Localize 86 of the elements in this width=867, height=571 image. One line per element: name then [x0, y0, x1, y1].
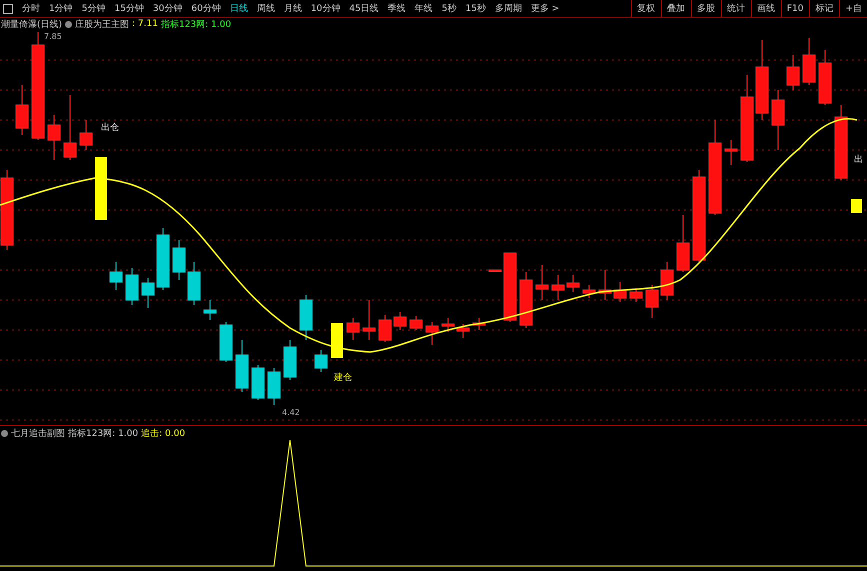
candlestick: [48, 114, 60, 160]
candlestick: [188, 262, 200, 306]
period-tab[interactable]: 60分钟: [187, 2, 225, 15]
candlestick: [16, 84, 28, 136]
indicator-value: : 7.11: [132, 19, 158, 29]
candlestick: [802, 38, 816, 86]
candlestick: [346, 318, 360, 340]
panel-icon[interactable]: [3, 4, 13, 14]
indicator-value: 追击: 0.00: [141, 428, 186, 440]
indicator-value: 指标123网: 1.00: [160, 18, 232, 30]
candlestick: [630, 288, 642, 302]
chart-title: 潮量倚瀑(日线): [1, 18, 62, 30]
toolbar-button[interactable]: 标记: [809, 0, 838, 17]
candlestick: [142, 278, 154, 308]
candlestick: [724, 140, 738, 166]
signal-bar: [331, 323, 343, 358]
signal-label: 建仓: [334, 373, 352, 383]
candlestick: [394, 312, 406, 330]
candlestick: [488, 270, 502, 272]
candlestick: [172, 240, 186, 280]
candlestick: [614, 282, 626, 302]
candlestick: [786, 54, 800, 90]
price-label: 7.85: [44, 32, 62, 41]
candlestick: [220, 322, 232, 362]
candlestick: [80, 120, 92, 150]
period-tab[interactable]: 30分钟: [148, 2, 186, 15]
period-tab[interactable]: 15分钟: [110, 2, 148, 15]
candlestick: [536, 264, 548, 300]
candlestick: [426, 322, 438, 346]
period-tab[interactable]: 多周期: [490, 2, 526, 15]
period-tab[interactable]: 5秒: [438, 2, 460, 15]
period-tab[interactable]: 年线: [410, 2, 437, 15]
candlestick: [64, 94, 76, 160]
candlestick: [410, 316, 422, 330]
candlestick: [442, 318, 454, 332]
toolbar-button[interactable]: 画线: [750, 0, 780, 17]
period-tab[interactable]: 分时: [18, 2, 44, 15]
period-tab[interactable]: 季线: [384, 2, 410, 15]
toolbar-button[interactable]: 叠加: [660, 0, 690, 17]
period-tab[interactable]: 10分钟: [306, 2, 344, 15]
period-tab[interactable]: 更多 >: [526, 2, 564, 15]
signal-label: 出: [854, 155, 863, 165]
toolbar-button[interactable]: +自: [839, 0, 867, 17]
candlestick: [582, 284, 596, 298]
period-tab[interactable]: 日线: [226, 2, 252, 15]
candlestick: [252, 364, 264, 400]
toolbar-button[interactable]: 多股: [690, 0, 720, 17]
price-label: 4.42: [282, 408, 300, 417]
signal-label: 出仓: [101, 123, 119, 133]
period-tab[interactable]: 5分钟: [78, 2, 110, 15]
candlestick: [472, 318, 486, 330]
indicator-value: 指标123网: 1.00: [68, 428, 138, 440]
candlestick: [110, 262, 122, 290]
period-tab[interactable]: 月线: [280, 2, 306, 15]
candlestick: [598, 270, 612, 300]
toolbar-button[interactable]: 复权: [630, 0, 660, 17]
candlestick: [300, 294, 312, 340]
candlestick: [552, 274, 564, 300]
candlestick: [456, 324, 470, 338]
period-tab[interactable]: 1分钟: [45, 2, 77, 15]
period-tab[interactable]: 15秒: [461, 2, 490, 15]
candlestick: [660, 262, 674, 300]
toolbar-button[interactable]: F10: [780, 0, 808, 17]
signal-bar: [851, 199, 862, 213]
indicator-name: 庄股为王主图: [75, 18, 130, 30]
candlestick: [818, 50, 832, 106]
candlestick: [362, 300, 376, 340]
candlestick: [126, 268, 138, 306]
candlestick: [772, 90, 784, 150]
toolbar-button[interactable]: 统计: [720, 0, 750, 17]
candlestick: [566, 274, 580, 292]
candlestick: [314, 350, 328, 372]
candlestick: [676, 214, 690, 272]
candlestick: [236, 340, 248, 392]
candlestick: [268, 368, 280, 406]
candlestick: [284, 340, 296, 380]
period-tab[interactable]: 周线: [252, 2, 279, 15]
candlestick: [204, 300, 216, 320]
candlestick: [156, 228, 170, 290]
candlestick: [520, 272, 532, 328]
candlestick: [378, 314, 392, 342]
period-tab[interactable]: 45日线: [345, 2, 383, 15]
candlestick: [504, 252, 516, 322]
signal-bar: [95, 157, 107, 220]
indicator-name: 七月追击副图: [11, 428, 65, 440]
candlestick: [646, 284, 658, 318]
